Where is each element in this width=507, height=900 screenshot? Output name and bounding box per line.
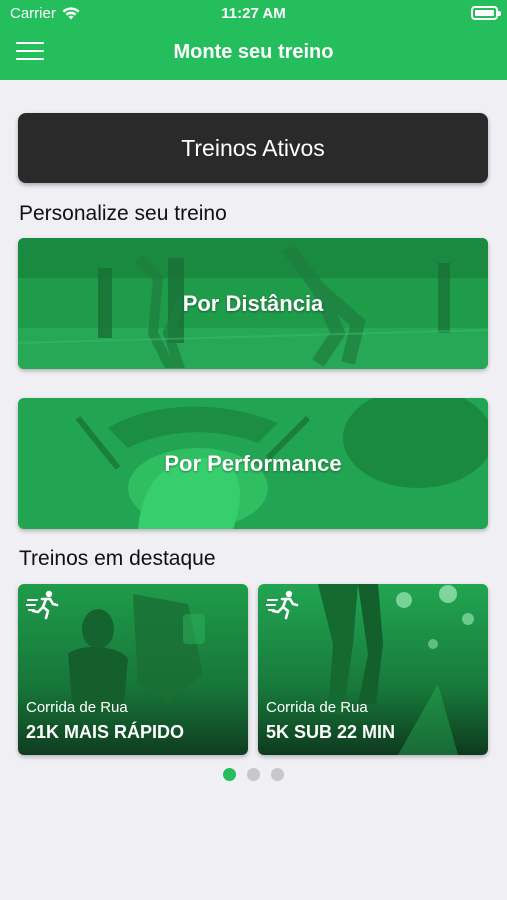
performance-card[interactable]: Por Performance <box>18 398 488 529</box>
featured-card-title: 5K SUB 22 MIN <box>266 722 396 742</box>
nav-bar: Monte seu treino <box>0 28 507 80</box>
top-bar: Carrier 11:27 AM Monte seu treino <box>0 0 507 80</box>
featured-card-category: Corrida de Rua <box>266 699 368 716</box>
status-bar: Carrier 11:27 AM <box>0 0 507 28</box>
battery-icon <box>471 6 501 20</box>
featured-card-category: Corrida de Rua <box>26 699 128 716</box>
page-dot-3[interactable] <box>271 768 284 781</box>
clock: 11:27 AM <box>221 5 286 22</box>
page-dot-1[interactable] <box>223 768 236 781</box>
distance-card-label: Por Distância <box>182 290 324 316</box>
active-trainings-button[interactable]: Treinos Ativos <box>18 113 488 183</box>
screen: Carrier 11:27 AM Monte seu treino Treino… <box>0 0 507 900</box>
performance-card-label: Por Performance <box>164 450 342 476</box>
personalize-section-title: Personalize seu treino <box>19 202 227 225</box>
featured-card-title: 21K MAIS RÁPIDO <box>26 722 185 742</box>
running-person-icon <box>26 590 59 620</box>
featured-section-title: Treinos em destaque <box>19 547 216 570</box>
featured-card-5k[interactable]: Corrida de Rua 5K SUB 22 MIN <box>258 584 488 755</box>
page-title: Monte seu treino <box>173 41 334 63</box>
page-dot-2[interactable] <box>247 768 260 781</box>
distance-card[interactable]: Por Distância <box>18 238 488 369</box>
featured-card-21k[interactable]: Corrida de Rua 21K MAIS RÁPIDO <box>18 584 248 755</box>
running-person-icon <box>266 590 299 620</box>
page-indicator[interactable] <box>0 768 507 781</box>
